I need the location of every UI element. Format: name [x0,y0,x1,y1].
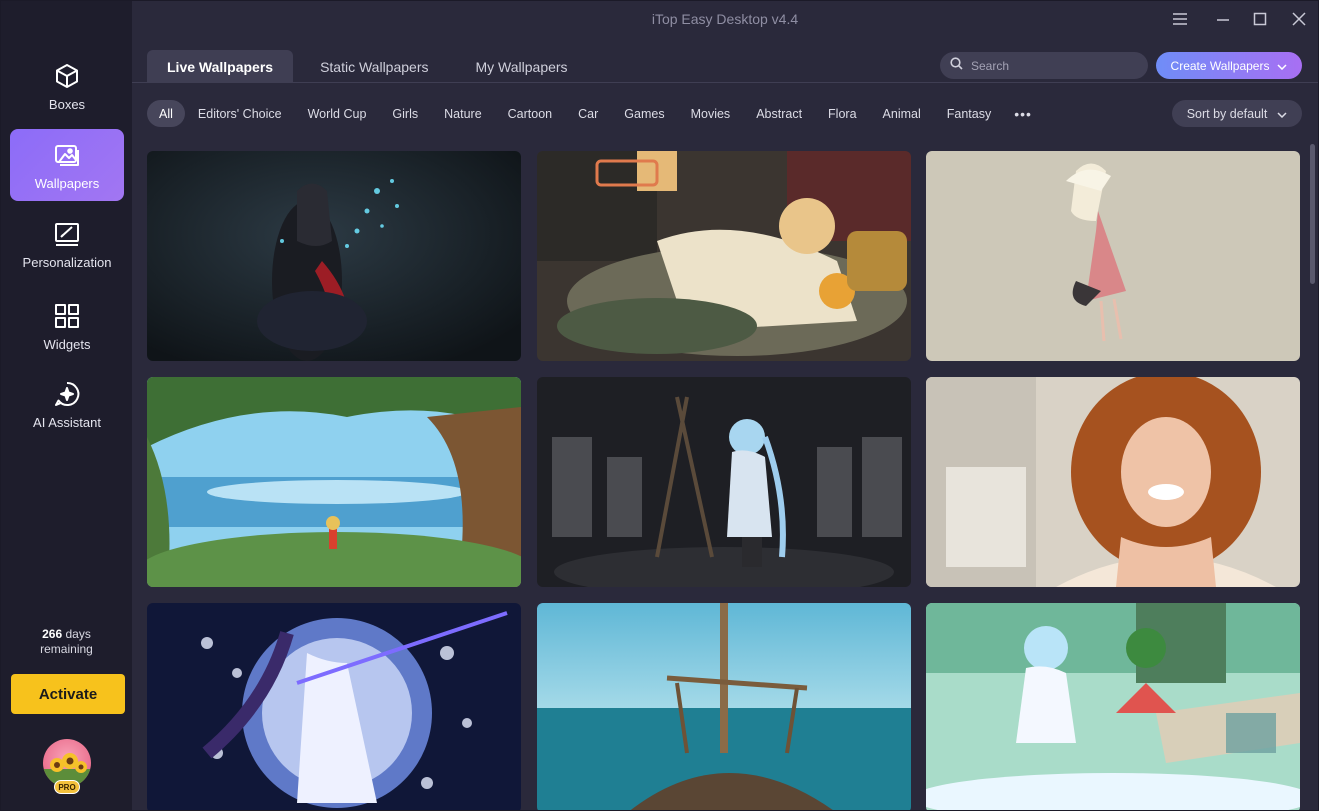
create-wallpapers-label: Create Wallpapers [1170,58,1270,73]
category-all[interactable]: All [147,100,185,127]
wallpaper-thumbnail-dark-fantasy-girl[interactable] [147,151,521,361]
image-icon [52,140,82,170]
create-wallpapers-button[interactable]: Create Wallpapers [1156,52,1302,79]
category-animal[interactable]: Animal [870,100,934,127]
wallpaper-thumbnail-girl-pink-dress[interactable] [926,151,1300,361]
wallpaper-image [147,151,521,361]
pro-badge: PRO [54,780,80,794]
wallpaper-thumbnail-painter-girl-statues[interactable] [537,377,911,587]
category-world-cup[interactable]: World Cup [295,100,380,127]
widgets-grid-icon [52,301,82,331]
close-icon[interactable] [1287,7,1311,31]
wallpaper-image [147,377,521,587]
category-car[interactable]: Car [565,100,611,127]
maximize-icon[interactable] [1248,7,1272,31]
trial-days-remaining: 266 days remaining [1,627,132,657]
sidebar-item-label: Widgets [43,336,91,352]
wallpaper-thumbnail-tree-ocean-view[interactable] [147,377,521,587]
tab-divider [132,82,1318,83]
search-icon [950,56,963,75]
more-categories-icon[interactable]: ••• [1004,100,1042,127]
category-abstract[interactable]: Abstract [743,100,815,127]
tab-live-wallpapers[interactable]: Live Wallpapers [147,50,294,83]
sidebar-item-label: AI Assistant [33,414,101,430]
sidebar-item-label: Personalization [22,254,112,270]
tab-static-wallpapers[interactable]: Static Wallpapers [293,50,452,83]
wallpaper-image [537,377,911,587]
cube-icon [52,61,82,91]
category-movies[interactable]: Movies [678,100,744,127]
wallpaper-thumbnail-curly-hair-woman[interactable] [926,377,1300,587]
days-suffix: remaining [40,642,93,656]
title-bar: iTop Easy Desktop v4.4 [132,1,1318,37]
sort-label: Sort by default [1186,106,1268,121]
wallpaper-thumbnail-moon-warrior-girl[interactable] [147,603,521,810]
window-title: iTop Easy Desktop v4.4 [651,11,799,27]
sidebar-item-personalization[interactable]: Personalization [10,208,124,280]
scrollbar-thumb[interactable] [1310,144,1315,284]
sidebar: Boxes Wallpapers Personalization Widgets… [1,1,132,810]
search-input[interactable] [971,58,1131,73]
sort-dropdown[interactable]: Sort by default [1172,100,1302,127]
wallpaper-image [537,151,911,361]
brush-frame-icon [52,219,82,249]
tab-my-wallpapers[interactable]: My Wallpapers [453,50,588,83]
category-nature[interactable]: Nature [431,100,495,127]
sidebar-item-label: Wallpapers [34,175,100,191]
days-unit: days [65,627,91,641]
sidebar-item-widgets[interactable]: Widgets [10,290,124,362]
sparkle-chat-icon [52,379,82,409]
chevron-down-icon [1277,107,1287,121]
activate-button[interactable]: Activate [11,674,125,714]
chevron-down-icon [1277,59,1287,73]
wallpaper-image [926,377,1300,587]
sidebar-item-ai-assistant[interactable]: AI Assistant [10,368,124,440]
sidebar-item-boxes[interactable]: Boxes [10,50,124,122]
wallpaper-tabs: Live Wallpapers Static Wallpapers My Wal… [147,50,588,83]
sidebar-item-label: Boxes [48,96,86,112]
category-girls[interactable]: Girls [379,100,431,127]
wallpaper-thumbnail-boat-sea[interactable] [537,603,911,810]
wallpaper-grid [147,151,1301,810]
category-fantasy[interactable]: Fantasy [934,100,1004,127]
wallpaper-image [537,603,911,810]
category-filter-bar: All Editors' Choice World Cup Girls Natu… [147,100,1042,127]
category-flora[interactable]: Flora [815,100,869,127]
menu-icon[interactable] [1168,7,1192,31]
app-window: Boxes Wallpapers Personalization Widgets… [0,0,1319,811]
wallpaper-image [926,151,1300,361]
wallpaper-image [147,603,521,810]
days-count: 266 [42,627,63,641]
wallpaper-image [926,603,1300,810]
wallpaper-thumbnail-fairy-watermelon[interactable] [926,603,1300,810]
minimize-icon[interactable] [1211,7,1235,31]
category-cartoon[interactable]: Cartoon [495,100,565,127]
category-editors-choice[interactable]: Editors' Choice [185,100,295,127]
category-games[interactable]: Games [611,100,677,127]
sidebar-item-wallpapers[interactable]: Wallpapers [10,129,124,201]
wallpaper-thumbnail-anime-boy-sofa[interactable] [537,151,911,361]
search-box[interactable] [940,52,1148,79]
